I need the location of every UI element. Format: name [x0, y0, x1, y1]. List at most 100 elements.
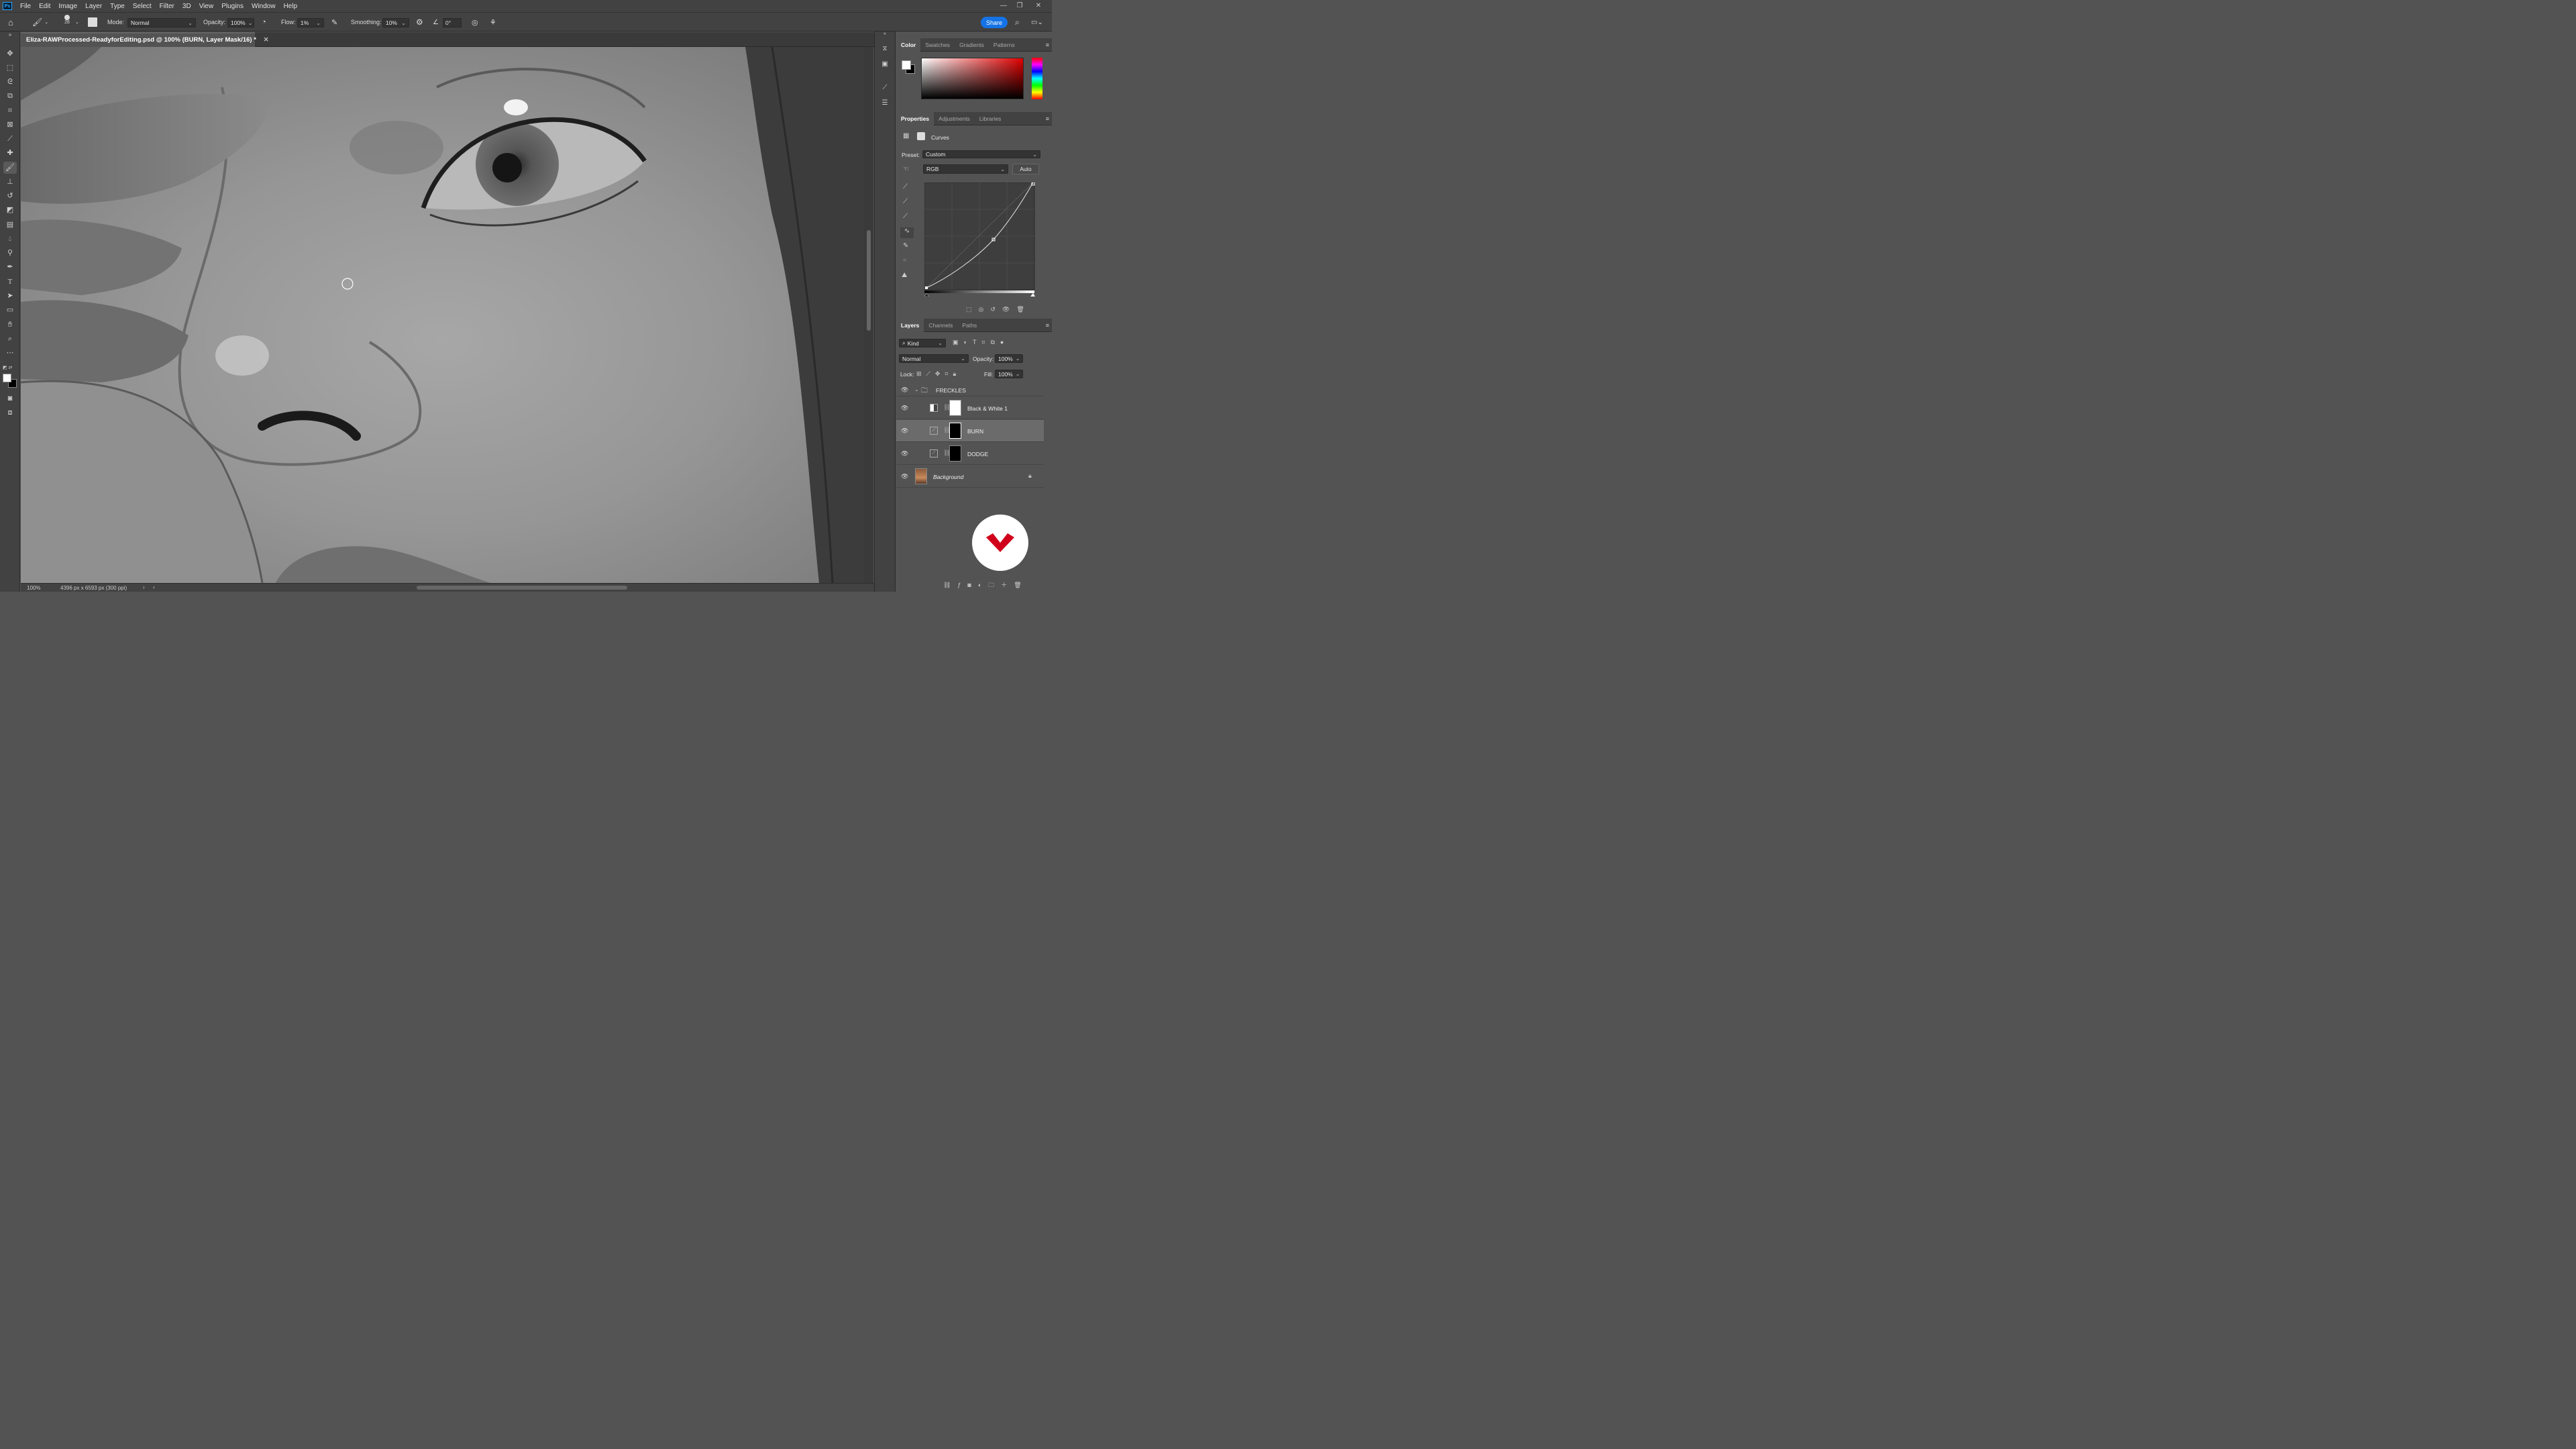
close-tab-icon[interactable]: ✕: [264, 36, 269, 44]
zoom-tool-icon[interactable]: ⌕: [3, 333, 17, 345]
restore-icon[interactable]: ❐: [1012, 0, 1028, 12]
panel-menu-icon[interactable]: ≡: [1046, 322, 1049, 329]
menu-3d[interactable]: 3D: [178, 3, 195, 10]
tab-patterns[interactable]: Patterns: [989, 38, 1020, 52]
airbrush-icon[interactable]: ✎: [331, 17, 337, 28]
fg-color-swatch[interactable]: [902, 60, 911, 70]
type-tool-icon[interactable]: T: [3, 276, 17, 288]
angle-input[interactable]: 0°: [443, 18, 462, 28]
object-selection-tool-icon[interactable]: ⧉: [3, 90, 17, 102]
tab-channels[interactable]: Channels: [924, 319, 957, 332]
chevron-right-icon[interactable]: ›: [143, 584, 145, 590]
layer-row[interactable]: 👁︎ Background 🔒︎: [896, 466, 1044, 488]
layer-filter-icons[interactable]: ▣◐T⌗⧉●: [953, 339, 1009, 346]
pressure-size-icon[interactable]: ◎: [472, 17, 478, 28]
move-tool-icon[interactable]: ✥: [3, 48, 17, 60]
mode-select[interactable]: Normal: [127, 18, 196, 28]
menu-view[interactable]: View: [195, 3, 218, 10]
mask-icon[interactable]: [917, 132, 925, 140]
layer-mask-thumbnail[interactable]: [949, 423, 961, 439]
layer-filter-select[interactable]: ⌕ Kind: [899, 339, 946, 347]
curves-graph[interactable]: [924, 182, 1036, 297]
layer-mask-thumbnail[interactable]: [949, 445, 961, 462]
chevron-down-icon[interactable]: ⌄: [75, 17, 79, 28]
chevron-down-icon[interactable]: ⌄: [914, 386, 919, 392]
history-brush-tool-icon[interactable]: ↺: [3, 190, 17, 202]
menu-plugins[interactable]: Plugins: [217, 3, 248, 10]
tab-libraries[interactable]: Libraries: [975, 112, 1006, 125]
screen-mode-icon[interactable]: ⧈: [3, 407, 17, 419]
layer-row[interactable]: 👁︎ ⟋ ⛓︎ DODGE: [896, 443, 1044, 465]
visibility-eye-icon[interactable]: 👁︎: [901, 405, 909, 411]
tab-adjustments[interactable]: Adjustments: [934, 112, 975, 125]
lock-icons[interactable]: ⊞⟋✥⌗🔒︎: [916, 370, 961, 378]
properties-footer-icons[interactable]: ⬚◎↺👁︎🗑︎: [966, 306, 1031, 313]
menu-help[interactable]: Help: [280, 3, 302, 10]
smooth-curve-icon[interactable]: ≈: [903, 257, 907, 264]
visibility-eye-icon[interactable]: 👁︎: [901, 386, 909, 393]
dodge-tool-icon[interactable]: ⚲: [3, 247, 17, 259]
pen-tool-icon[interactable]: ✒: [3, 261, 17, 273]
adjustments-panel-icon[interactable]: ☰: [879, 99, 890, 107]
visibility-eye-icon[interactable]: 👁︎: [901, 450, 909, 457]
share-button[interactable]: Share: [981, 17, 1008, 28]
tab-paths[interactable]: Paths: [957, 319, 981, 332]
brush-size-picker[interactable]: 28: [60, 15, 74, 25]
comments-panel-icon[interactable]: ▣: [879, 60, 890, 68]
rectangle-tool-icon[interactable]: ▭: [3, 304, 17, 316]
lasso-tool-icon[interactable]: ᘓ: [3, 76, 17, 88]
search-icon[interactable]: ⌕: [1015, 17, 1020, 28]
vertical-scrollbar[interactable]: [864, 47, 873, 583]
pencil-curve-icon[interactable]: ✎: [903, 242, 908, 250]
document-canvas[interactable]: [21, 47, 864, 583]
vertical-scroll-thumb[interactable]: [867, 230, 871, 331]
home-icon[interactable]: ⌂: [8, 17, 13, 28]
scroll-left-icon[interactable]: ‹: [153, 584, 155, 590]
blur-tool-icon[interactable]: 💧︎: [3, 233, 17, 245]
foreground-color-swatch[interactable]: [3, 374, 11, 382]
layer-mask-thumbnail[interactable]: [949, 400, 961, 416]
menu-layer[interactable]: Layer: [81, 3, 106, 10]
background-thumbnail[interactable]: [915, 468, 927, 484]
smoothing-input[interactable]: 10%: [382, 18, 409, 28]
white-eyedropper-icon[interactable]: ⟋: [903, 213, 908, 220]
opacity-input[interactable]: 100%: [227, 18, 254, 28]
layer-group-freckles[interactable]: 👁︎ ⌄ 🗀 FRECKLES: [896, 383, 1044, 396]
eraser-tool-icon[interactable]: ◩: [3, 204, 17, 216]
eyedropper-tool-icon[interactable]: ⟋: [3, 133, 17, 145]
blend-mode-select[interactable]: Normal: [899, 354, 969, 363]
stamp-tool-icon[interactable]: ⊥: [3, 176, 17, 188]
curve-point-tool-icon[interactable]: ∿: [900, 227, 914, 238]
history-panel-icon[interactable]: ⧖: [879, 45, 890, 52]
workspace-icon[interactable]: ▭⌄: [1031, 17, 1043, 28]
default-colors-icon[interactable]: ◩ ⇄: [3, 365, 12, 370]
fill-input[interactable]: 100%: [995, 370, 1023, 378]
menu-file[interactable]: File: [16, 3, 35, 10]
frame-tool-icon[interactable]: ⊠: [3, 119, 17, 131]
layer-row-selected[interactable]: 👁︎ ⟋ ⛓︎ BURN: [896, 420, 1044, 442]
brush-settings-icon[interactable]: [88, 17, 97, 27]
menu-image[interactable]: Image: [54, 3, 81, 10]
hue-slider[interactable]: [1032, 58, 1042, 99]
minimize-icon[interactable]: —: [996, 0, 1012, 12]
layers-footer-icons[interactable]: ⛓︎ƒ◙◐🗀＋🗑︎: [943, 580, 1028, 591]
tab-properties[interactable]: Properties: [896, 111, 934, 125]
collapse-panels-icon[interactable]: «: [879, 32, 890, 36]
menu-edit[interactable]: Edit: [35, 3, 54, 10]
collapse-chevron-icon[interactable]: »: [3, 32, 17, 38]
healing-brush-tool-icon[interactable]: ✚: [3, 147, 17, 159]
color-field[interactable]: [921, 58, 1024, 99]
channel-select[interactable]: RGB: [923, 164, 1008, 174]
close-icon[interactable]: ✕: [1030, 0, 1046, 12]
tab-gradients[interactable]: Gradients: [955, 38, 989, 52]
menu-filter[interactable]: Filter: [156, 3, 178, 10]
target-adjust-icon[interactable]: ☜: [903, 166, 909, 173]
hand-tool-icon[interactable]: ✋︎: [3, 319, 17, 331]
brush-settings-panel-icon[interactable]: ⟋: [879, 84, 890, 91]
flow-input[interactable]: 1%: [297, 18, 324, 28]
black-eyedropper-icon[interactable]: ⟋: [903, 183, 908, 191]
quick-mask-icon[interactable]: ◙: [3, 392, 17, 405]
panel-menu-icon[interactable]: ≡: [1046, 42, 1049, 48]
menu-window[interactable]: Window: [248, 3, 280, 10]
zoom-level[interactable]: 100%: [27, 585, 40, 591]
